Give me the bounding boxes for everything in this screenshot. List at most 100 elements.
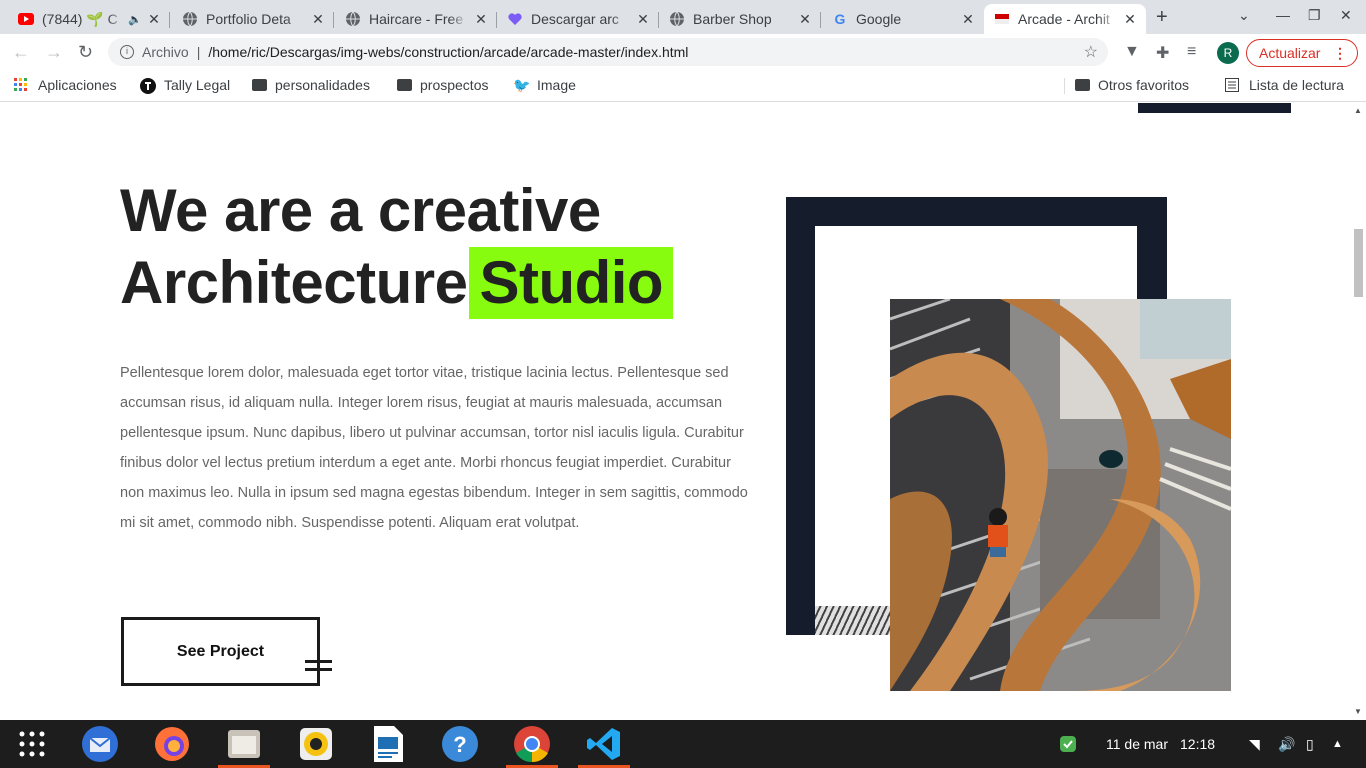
clock-date[interactable]: 11 de mar [1106,736,1168,752]
bookmark-prospectos[interactable]: prospectos [397,77,488,93]
close-icon[interactable]: ✕ [960,11,976,28]
tab-title: Arcade - Archit [1018,11,1110,27]
web-page: We are a creative Architecture Studio Pel… [0,103,1351,720]
tab-title: Haircare - Free [369,11,464,27]
tab-title: Barber Shop [693,11,772,27]
browser-tab-strip: (7844) 🌱 C 🔈 ✕ Portfolio Deta ✕ Haircare… [0,0,1366,34]
bookmark-label: Tally Legal [164,77,231,93]
profile-avatar[interactable]: R [1217,42,1239,64]
reading-list[interactable]: Lista de lectura [1225,77,1344,93]
scroll-down-icon[interactable]: ▼ [1354,707,1362,716]
close-icon[interactable]: ✕ [635,11,651,28]
tab-search-icon[interactable]: ⌄ [1238,7,1250,24]
bookmark-label: Otros favoritos [1098,77,1190,93]
globe-icon [669,11,685,27]
restore-icon[interactable]: ❐ [1308,7,1321,24]
reading-list-icon [1225,78,1241,92]
files-icon[interactable] [218,724,270,768]
tab-barber[interactable]: Barber Shop ✕ [659,4,821,34]
button-label: See Project [176,642,265,660]
tab-descargar[interactable]: Descargar arc ✕ [497,4,659,34]
heart-icon [507,11,523,27]
clock-time[interactable]: 12:18 [1180,736,1215,752]
volume-icon[interactable]: 🔊 [1278,736,1295,753]
url-text[interactable]: /home/ric/Descargas/img-webs/constructio… [208,44,688,60]
folder-icon [1075,79,1090,91]
app-grid-icon[interactable] [12,724,52,764]
page-scrollbar[interactable] [1351,103,1366,720]
shield-icon[interactable] [1060,736,1076,755]
back-icon[interactable]: ← [12,42,30,63]
tab-youtube[interactable]: (7844) 🌱 C 🔈 ✕ [8,4,170,34]
header-block [1138,103,1291,113]
writer-icon[interactable] [368,724,408,764]
bookmark-image[interactable]: 🐦 Image [513,77,576,93]
battery-icon[interactable]: ▯ [1306,736,1314,753]
close-window-icon[interactable]: ✕ [1340,7,1352,24]
close-icon[interactable]: ✕ [1122,11,1138,28]
google-icon: G [834,11,846,27]
intro-paragraph: Pellentesque lorem dolor, malesuada eget… [120,365,748,531]
page-headline: We are a creative Architecture Studio [120,175,674,319]
tab-title: Google [856,11,902,27]
minimize-icon[interactable]: — [1276,7,1290,23]
image-strip [815,606,890,635]
vscode-icon[interactable] [578,724,630,768]
close-icon[interactable]: ✕ [797,11,813,28]
bookmark-star-icon[interactable]: ☆ [1084,42,1098,62]
os-taskbar: ? 11 de mar 12:18 ◥ 🔊 ▯ ▲ [0,720,1366,768]
staircase-photo [890,299,1231,691]
bookmark-tally-legal[interactable]: Tally Legal [140,77,231,94]
scrollbar-thumb[interactable] [1354,229,1363,297]
close-icon[interactable]: ✕ [473,11,489,28]
divider [1064,78,1065,94]
tab-title: Descargar arc [531,11,619,27]
youtube-icon [18,11,34,27]
globe-icon [182,11,198,27]
divider: | [196,44,201,60]
headline-highlight: Studio [469,247,674,319]
info-icon[interactable]: i [120,45,134,59]
close-icon[interactable]: ✕ [146,11,162,28]
reload-icon[interactable]: ↻ [78,42,93,63]
wifi-icon[interactable]: ◥ [1249,736,1260,753]
tab-google[interactable]: G Google ✕ [822,4,984,34]
headline-line-2: Architecture [120,249,468,316]
svg-text:?: ? [453,732,466,757]
tray-menu-icon[interactable]: ▲ [1332,738,1343,750]
media-control-icon[interactable]: ≡ [1187,43,1196,61]
see-project-button[interactable]: See Project [121,617,320,686]
apps-grid-icon [14,78,30,92]
bookmark-personalidades[interactable]: personalidades [252,77,370,93]
scheme-label: Archivo [142,44,189,60]
forward-icon[interactable]: → [45,42,63,63]
address-bar[interactable]: i Archivo | /home/ric/Descargas/img-webs… [108,38,1108,66]
bookmark-label: prospectos [420,77,489,93]
tab-haircare[interactable]: Haircare - Free ✕ [335,4,497,34]
firefox-icon[interactable] [152,724,192,764]
other-favorites[interactable]: Otros favoritos [1075,77,1189,93]
chrome-icon[interactable] [506,724,558,768]
rhythmbox-icon[interactable] [296,724,336,764]
browser-toolbar: ← → ↻ i Archivo | /home/ric/Descargas/im… [0,34,1366,70]
headline-line-1: We are a creative [120,177,601,244]
help-icon[interactable]: ? [440,724,480,764]
tab-title: Portfolio Deta [206,11,291,27]
bookmark-label: Aplicaciones [38,77,117,93]
tab-portfolio[interactable]: Portfolio Deta ✕ [172,4,334,34]
bookmarks-bar: Aplicaciones Tally Legal personalidades … [0,70,1366,102]
thunderbird-icon[interactable] [80,724,120,764]
speaker-icon[interactable]: 🔈 [128,13,142,26]
tab-title: (7844) 🌱 C [42,10,118,27]
scroll-up-icon[interactable]: ▲ [1354,106,1362,115]
menu-dots-icon: ⋮ [1333,44,1347,61]
new-tab-button[interactable]: + [1156,6,1168,29]
bookmark-label: personalidades [275,77,370,93]
update-button[interactable]: Actualizar ⋮ [1246,39,1358,67]
tab-arcade[interactable]: Arcade - Archit ✕ [984,4,1146,34]
extensions-puzzle-icon[interactable]: ✚ [1156,43,1169,63]
vimeo-extension-icon[interactable]: ▼ [1124,43,1140,61]
bookmark-apps[interactable]: Aplicaciones [14,77,117,93]
bookmark-label: Lista de lectura [1249,77,1344,93]
close-icon[interactable]: ✕ [310,11,326,28]
